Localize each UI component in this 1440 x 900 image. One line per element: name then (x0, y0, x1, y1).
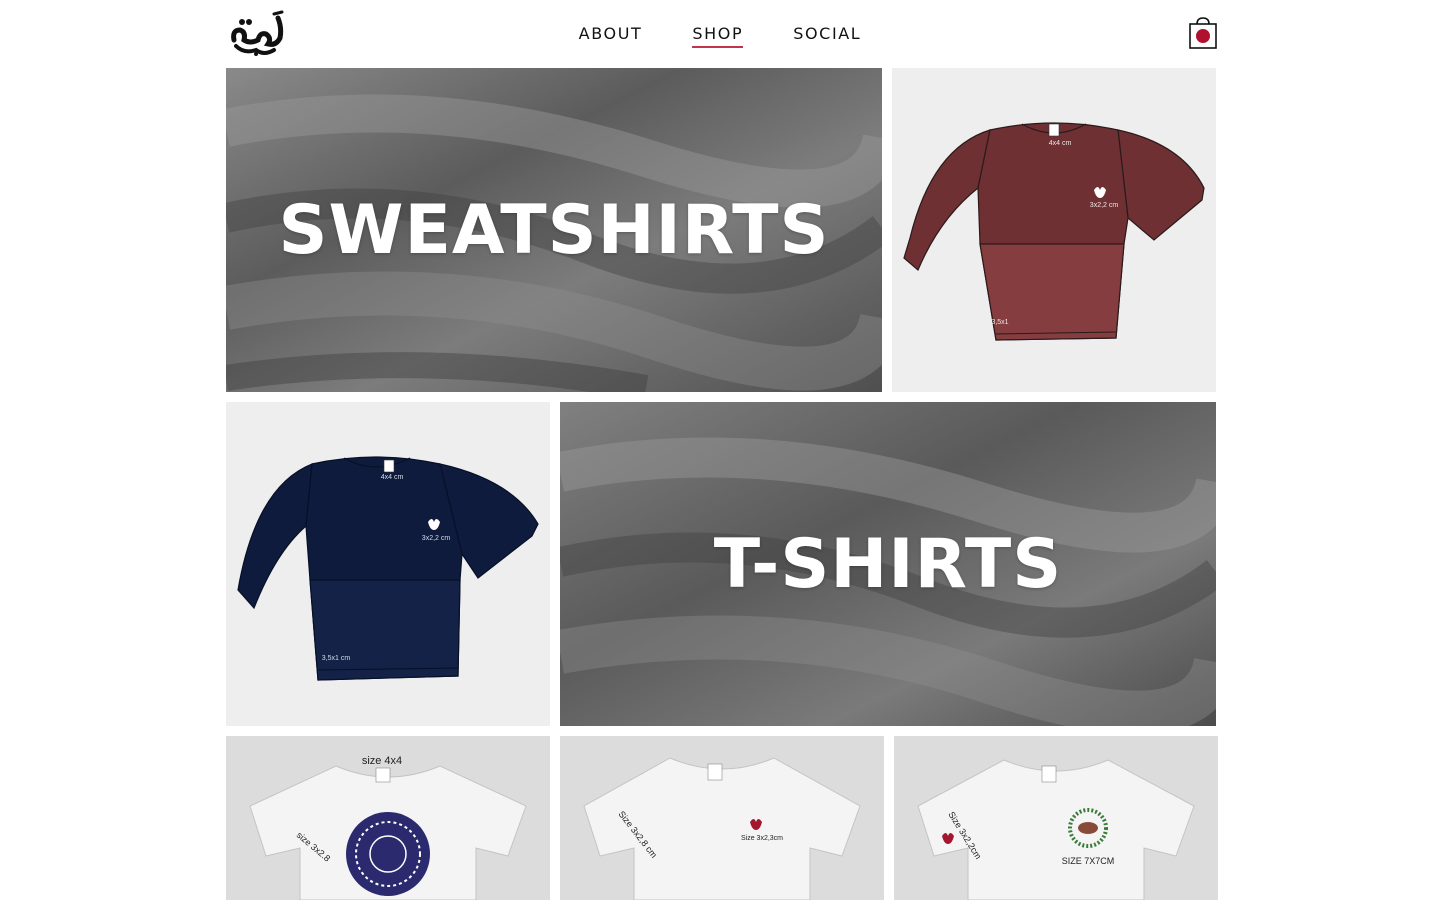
cart-indicator-icon (1196, 29, 1210, 43)
chest-size-text: 3x2,2 cm (422, 535, 451, 542)
neck-size-text: size 4x4 (362, 755, 402, 767)
category-title-sweatshirts: SWEATSHIRTS (278, 190, 830, 270)
chest-size-text: Size 3x2,3cm (741, 835, 783, 842)
neck-size-text: 4x4 cm (1049, 140, 1072, 147)
site-header: ABOUT SHOP SOCIAL (0, 0, 1440, 68)
category-tshirts-tile[interactable]: T-SHIRTS (560, 402, 1216, 726)
mandala-print-icon (346, 812, 430, 896)
product-navy-sweatshirt[interactable]: 4x4 cm 3x2,2 cm 3,5x1 cm (226, 402, 550, 726)
navy-sweatshirt-image: 4x4 cm 3x2,2 cm 3,5x1 cm (237, 456, 539, 681)
category-sweatshirts-tile[interactable]: SWEATSHIRTS (226, 68, 882, 392)
red-sweatshirt-image: 4x4 cm 3x2,2 cm 3,5x1 (903, 122, 1205, 341)
shopping-bag-icon (1189, 17, 1217, 49)
category-title-tshirts: T-SHIRTS (713, 524, 1063, 604)
tshirt-wreath-image: SIZE 7X7CM Size 3x2,2cm (894, 736, 1218, 900)
tshirt-small-logo-image: Size 3x2,3cm Size 3x2,8 cm (560, 736, 884, 900)
main-nav: ABOUT SHOP SOCIAL (0, 24, 1440, 48)
neck-label-icon (707, 763, 723, 781)
product-red-sweatshirt[interactable]: 4x4 cm 3x2,2 cm 3,5x1 (892, 68, 1216, 392)
tshirt-mandala-image: size 4x4 size 3x2.8 (226, 736, 550, 900)
neck-label-icon (1041, 765, 1057, 783)
nav-shop[interactable]: SHOP (692, 24, 744, 48)
hem-size-text: 3,5x1 (991, 319, 1008, 326)
neck-label-icon (383, 459, 395, 473)
nav-about[interactable]: ABOUT (579, 24, 643, 46)
hem-size-text: 3,5x1 cm (322, 655, 351, 662)
product-tshirt-wreath[interactable]: SIZE 7X7CM Size 3x2,2cm (894, 736, 1218, 900)
neck-label-icon (375, 767, 391, 783)
neck-size-text: 4x4 cm (381, 474, 404, 481)
chest-size-text: SIZE 7X7CM (1062, 856, 1115, 866)
product-tshirt-small-logo[interactable]: Size 3x2,3cm Size 3x2,8 cm (560, 736, 884, 900)
neck-label-icon (1048, 123, 1060, 137)
cart-button[interactable] (1188, 16, 1218, 50)
nav-social[interactable]: SOCIAL (793, 24, 861, 46)
product-tshirt-mandala[interactable]: size 4x4 size 3x2.8 (226, 736, 550, 900)
chest-size-text: 3x2,2 cm (1090, 202, 1119, 209)
